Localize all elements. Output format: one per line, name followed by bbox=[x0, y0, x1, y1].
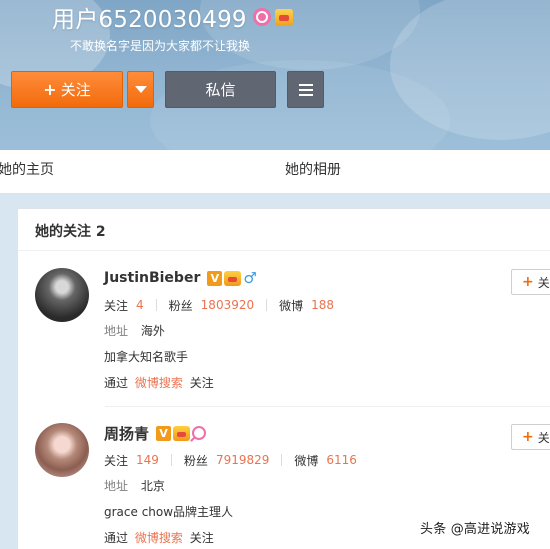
plus-icon: + bbox=[522, 274, 534, 290]
name-row: JustinBieber V ♂ bbox=[104, 267, 257, 289]
user-stats: 关注 149 粉丝 7919829 微博 6116 bbox=[104, 451, 357, 469]
weibo-search-link[interactable]: 微博搜索 bbox=[135, 531, 183, 545]
avatar[interactable] bbox=[35, 268, 89, 322]
via-prefix: 通过 bbox=[104, 376, 129, 390]
profile-banner: 用户6520030499 不敢换名字是因为大家都不让我换 + 关注 私信 bbox=[0, 0, 550, 150]
following-count-link[interactable]: 149 bbox=[136, 453, 159, 467]
address-value: 北京 bbox=[140, 479, 165, 493]
via-suffix: 关注 bbox=[189, 531, 214, 545]
watermark: 头条 @高进说游戏 bbox=[420, 522, 530, 537]
message-button-label: 私信 bbox=[205, 81, 236, 99]
weibo-count-link[interactable]: 188 bbox=[311, 298, 334, 312]
verified-icon[interactable]: V bbox=[156, 425, 172, 441]
divider bbox=[281, 454, 283, 466]
address-line: 地址 海外 bbox=[104, 322, 165, 339]
following-count-link[interactable]: 4 bbox=[136, 298, 144, 312]
member-crown-icon[interactable] bbox=[173, 425, 191, 441]
divider bbox=[170, 454, 172, 466]
username-row: 用户6520030499 bbox=[52, 2, 293, 33]
weibo-count-link[interactable]: 6116 bbox=[326, 453, 357, 467]
follow-button[interactable]: + 关注 bbox=[11, 71, 123, 108]
address-label: 地址 bbox=[104, 479, 129, 493]
profile-username: 用户6520030499 bbox=[52, 7, 247, 33]
tab-home[interactable]: 她的主页 bbox=[0, 150, 54, 194]
stat-label: 微博 bbox=[294, 453, 319, 468]
message-button[interactable]: 私信 bbox=[165, 71, 276, 108]
pink-badge-icon[interactable] bbox=[252, 8, 271, 26]
following-list-item: JustinBieber V ♂ 关注 4 粉丝 1803920 微博 188 … bbox=[18, 251, 550, 406]
follow-button-label: 关注 bbox=[60, 81, 91, 99]
divider bbox=[105, 406, 550, 407]
stat-label: 关注 bbox=[104, 453, 129, 468]
avatar[interactable] bbox=[35, 423, 89, 477]
follow-source-line: 通过 微博搜索 关注 bbox=[104, 529, 214, 546]
user-stats: 关注 4 粉丝 1803920 微博 188 bbox=[104, 296, 334, 314]
row-follow-label: 关 bbox=[537, 430, 550, 445]
row-follow-button[interactable]: + 关 bbox=[511, 269, 550, 295]
member-crown-icon[interactable] bbox=[224, 270, 242, 286]
caret-down-icon bbox=[134, 86, 147, 93]
user-description: grace chow品牌主理人 bbox=[104, 505, 234, 519]
row-follow-button[interactable]: + 关 bbox=[511, 424, 550, 450]
divider bbox=[266, 299, 268, 311]
following-title: 她的关注 2 bbox=[35, 224, 106, 240]
member-crown-icon[interactable] bbox=[274, 8, 293, 26]
via-prefix: 通过 bbox=[104, 531, 129, 545]
tab-album[interactable]: 她的相册 bbox=[285, 150, 341, 194]
plus-icon: + bbox=[522, 429, 534, 445]
more-menu-button[interactable] bbox=[287, 71, 324, 108]
user-name-link[interactable]: JustinBieber bbox=[104, 270, 200, 286]
verified-icon[interactable]: V bbox=[207, 270, 223, 286]
address-label: 地址 bbox=[104, 324, 129, 338]
fans-count-link[interactable]: 7919829 bbox=[216, 453, 269, 467]
stat-label: 粉丝 bbox=[168, 298, 193, 313]
weibo-search-link[interactable]: 微博搜索 bbox=[135, 376, 183, 390]
name-row: 周扬青 V bbox=[104, 422, 207, 444]
user-description: 加拿大知名歌手 bbox=[104, 350, 189, 364]
profile-tab-bar: 她的主页 她的相册 bbox=[0, 150, 550, 194]
profile-bio: 不敢换名字是因为大家都不让我换 bbox=[70, 39, 251, 53]
follow-source-line: 通过 微博搜索 关注 bbox=[104, 374, 214, 391]
address-value: 海外 bbox=[140, 324, 165, 338]
stat-label: 关注 bbox=[104, 298, 129, 313]
row-follow-label: 关 bbox=[537, 275, 550, 290]
via-suffix: 关注 bbox=[189, 376, 214, 390]
plus-icon: + bbox=[43, 80, 57, 99]
stat-label: 粉丝 bbox=[183, 453, 208, 468]
divider bbox=[155, 299, 157, 311]
male-icon: ♂ bbox=[243, 269, 257, 287]
address-line: 地址 北京 bbox=[104, 477, 165, 494]
fans-count-link[interactable]: 1803920 bbox=[201, 298, 254, 312]
stat-label: 微博 bbox=[279, 298, 304, 313]
female-icon bbox=[192, 426, 207, 440]
hamburger-menu-icon bbox=[298, 83, 313, 96]
follow-options-dropdown[interactable] bbox=[127, 71, 154, 108]
user-name-link[interactable]: 周扬青 bbox=[104, 423, 149, 444]
following-card: 她的关注 2 JustinBieber V ♂ 关注 4 粉丝 1803920 … bbox=[17, 208, 550, 549]
